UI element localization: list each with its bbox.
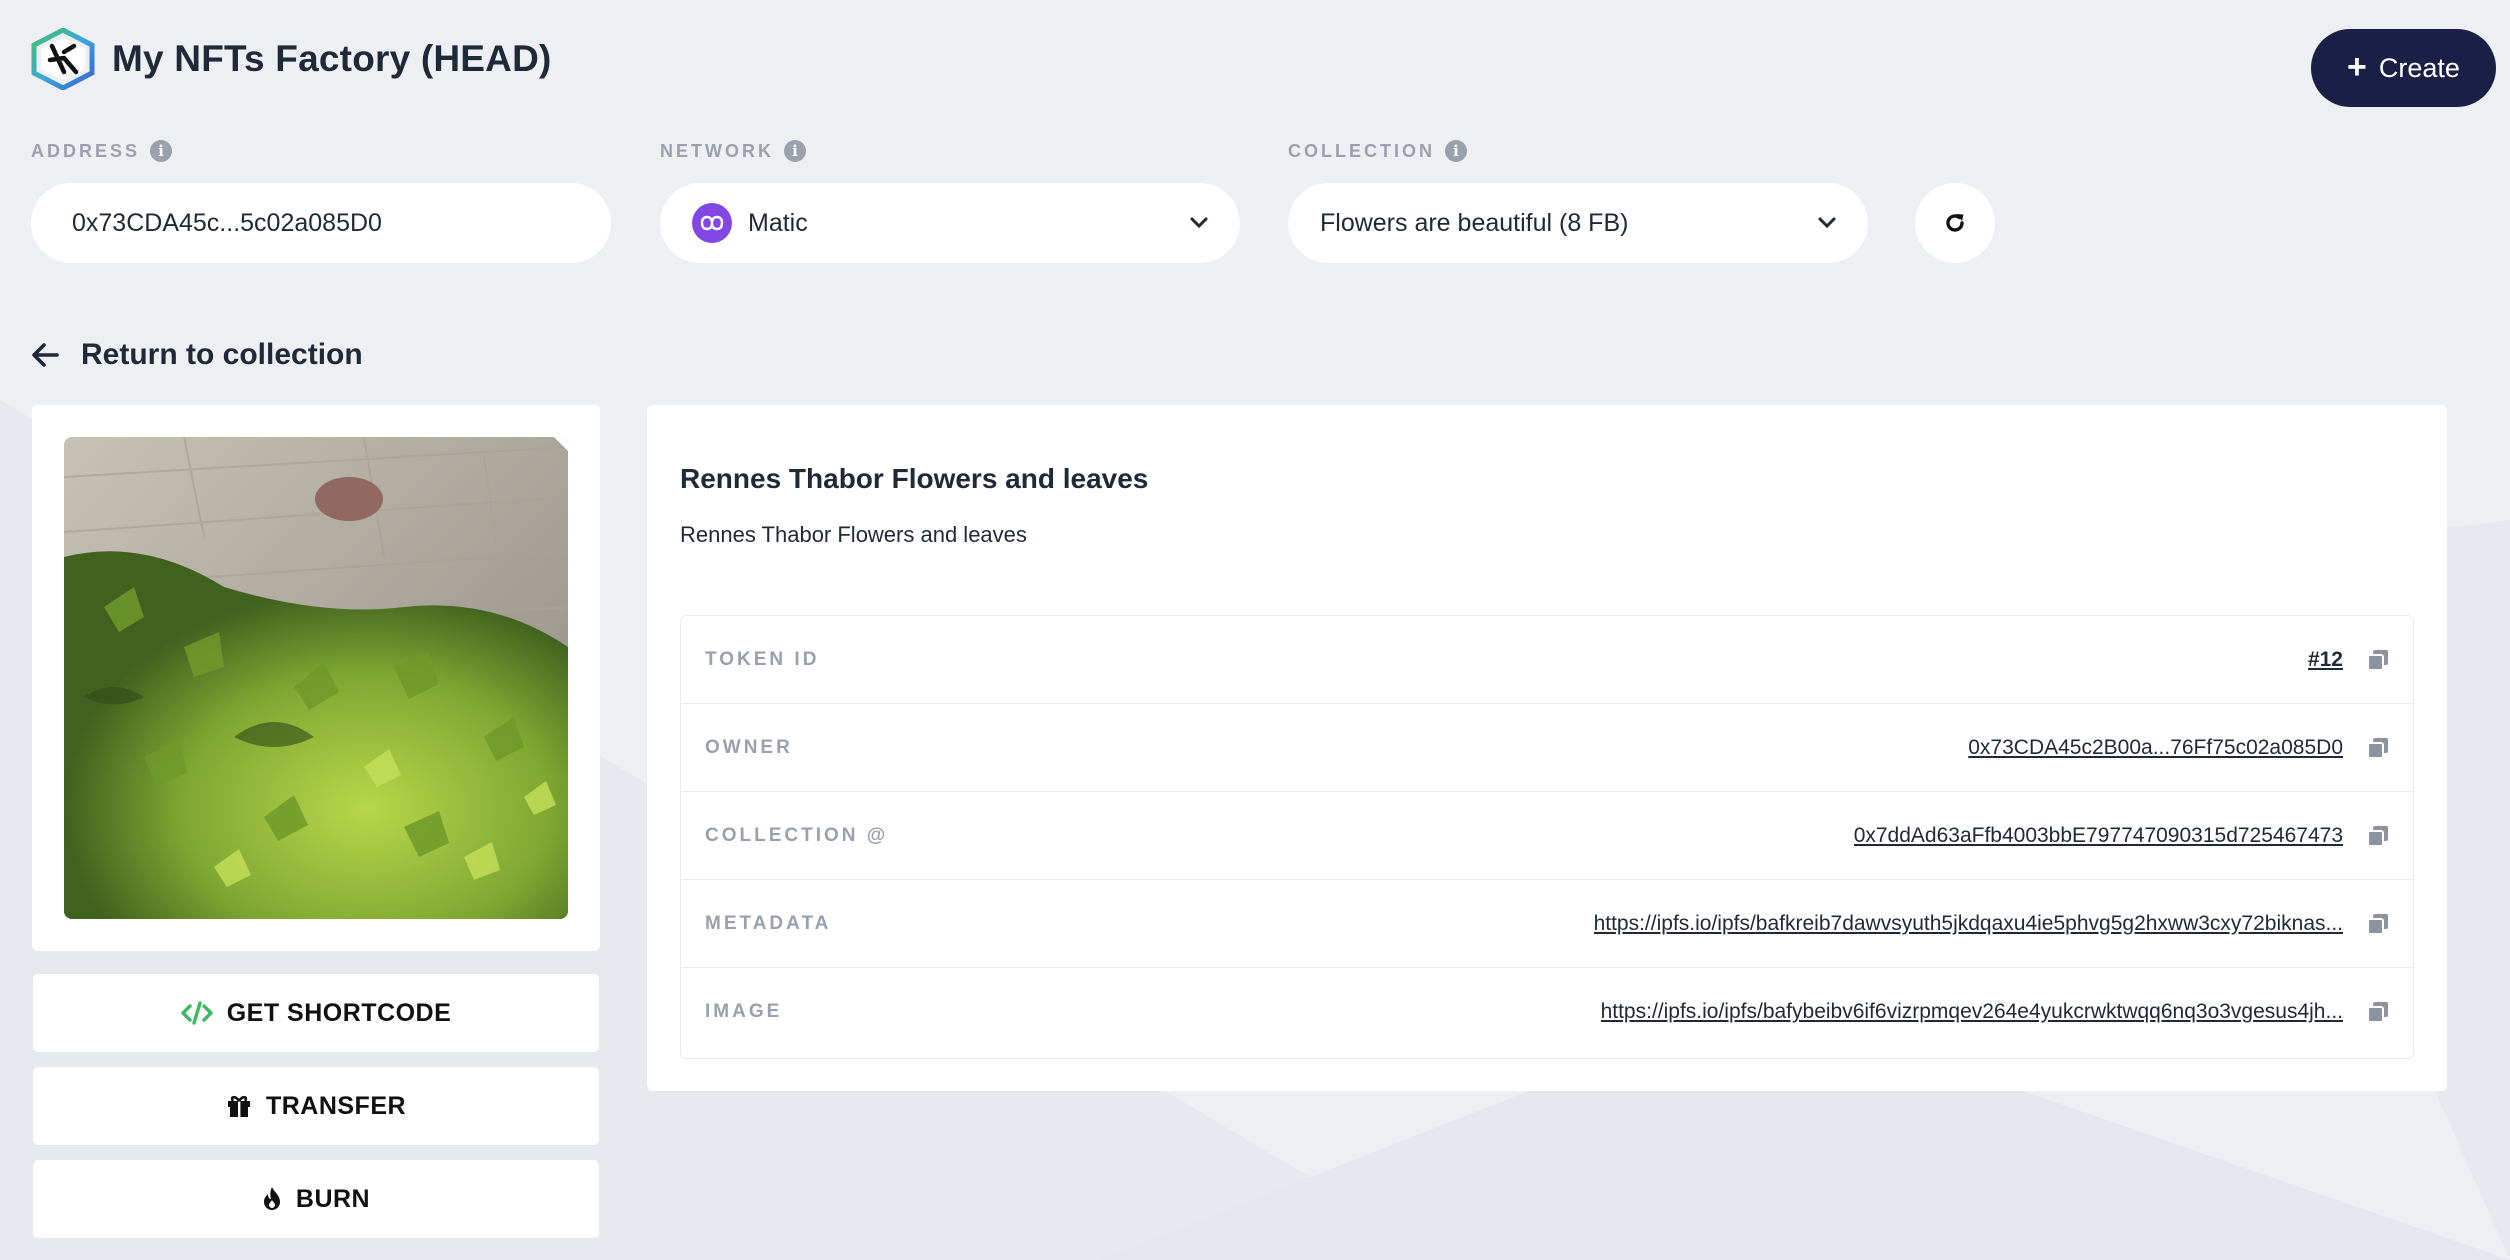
token-id-link[interactable]: #12	[2308, 648, 2343, 672]
owner-link[interactable]: 0x73CDA45c2B00a...76Ff75c02a085D0	[1968, 736, 2343, 760]
network-label: NETWORK i	[660, 140, 806, 162]
chevron-down-icon	[1818, 217, 1836, 229]
nft-image[interactable]	[64, 437, 568, 919]
info-icon[interactable]: i	[784, 140, 806, 162]
nft-details-card: Rennes Thabor Flowers and leaves Rennes …	[647, 405, 2447, 1091]
nft-properties-table: TOKEN ID #12 OWNER 0x73CDA45c2B00a...76F…	[680, 615, 2414, 1059]
network-select[interactable]: Matic	[660, 183, 1240, 263]
app-title: My NFTs Factory (HEAD)	[112, 38, 552, 79]
property-key: OWNER	[705, 736, 793, 758]
image-link[interactable]: https://ipfs.io/ipfs/bafybeibv6if6vizrpm…	[1601, 1000, 2343, 1024]
network-value: Matic	[748, 208, 808, 237]
refresh-icon	[1946, 214, 1964, 232]
property-row-owner: OWNER 0x73CDA45c2B00a...76Ff75c02a085D0	[681, 704, 2413, 792]
create-button-label: Create	[2378, 52, 2460, 83]
get-shortcode-label: GET SHORTCODE	[226, 998, 452, 1027]
burn-label: BURN	[295, 1184, 371, 1213]
property-key: TOKEN ID	[705, 648, 820, 670]
address-label: ADDRESS i	[31, 140, 173, 162]
info-icon[interactable]: i	[1445, 140, 1467, 162]
property-row-metadata: METADATA https://ipfs.io/ipfs/bafkreib7d…	[681, 880, 2413, 968]
network-label-text: NETWORK	[660, 140, 774, 161]
property-key: IMAGE	[705, 1001, 783, 1022]
return-to-collection-link[interactable]: Return to collection	[31, 338, 363, 372]
property-row-image: IMAGE https://ipfs.io/ipfs/bafybeibv6if6…	[681, 968, 2413, 1056]
copy-icon[interactable]	[2367, 737, 2389, 759]
property-key: METADATA	[705, 912, 832, 934]
nft-description: Rennes Thabor Flowers and leaves	[680, 522, 1027, 547]
arrow-left-icon	[32, 343, 59, 367]
collection-select[interactable]: Flowers are beautiful (8 FB)	[1288, 183, 1868, 263]
copy-icon[interactable]	[2367, 825, 2389, 847]
copy-icon[interactable]	[2367, 1001, 2389, 1023]
app-root: My NFTs Factory (HEAD) + Create ADDRESS …	[0, 0, 2510, 1260]
metadata-link[interactable]: https://ipfs.io/ipfs/bafkreib7dawvsyuth5…	[1594, 912, 2343, 936]
collection-label-text: COLLECTION	[1288, 140, 1435, 161]
fire-icon	[263, 1187, 280, 1210]
polygon-icon	[692, 203, 732, 243]
copy-icon[interactable]	[2367, 649, 2389, 671]
burn-button[interactable]: BURN	[32, 1159, 600, 1239]
transfer-label: TRANSFER	[265, 1091, 407, 1120]
collection-address-link[interactable]: 0x7ddAd63aFfb4003bbE797747090315d7254674…	[1854, 824, 2343, 848]
create-button[interactable]: + Create	[2311, 29, 2496, 107]
nft-title: Rennes Thabor Flowers and leaves	[680, 463, 1149, 494]
gift-icon	[227, 1095, 250, 1117]
nft-image-card	[32, 405, 600, 951]
address-value: 0x73CDA45c...5c02a085D0	[72, 208, 382, 237]
code-icon	[181, 1001, 213, 1025]
copy-icon[interactable]	[2367, 913, 2389, 935]
address-label-text: ADDRESS	[31, 140, 141, 161]
plus-icon: +	[2347, 47, 2367, 86]
logo-icon	[31, 28, 95, 90]
refresh-button[interactable]	[1915, 183, 1995, 263]
get-shortcode-button[interactable]: GET SHORTCODE	[32, 973, 600, 1053]
property-row-collection: COLLECTION @ 0x7ddAd63aFfb4003bbE7977470…	[681, 792, 2413, 880]
collection-label: COLLECTION i	[1288, 140, 1467, 162]
info-icon[interactable]: i	[150, 140, 173, 162]
transfer-button[interactable]: TRANSFER	[32, 1066, 600, 1146]
chevron-down-icon	[1190, 217, 1208, 229]
collection-value: Flowers are beautiful (8 FB)	[1320, 208, 1629, 237]
address-input[interactable]: 0x73CDA45c...5c02a085D0	[31, 183, 611, 263]
return-label: Return to collection	[81, 338, 363, 371]
property-row-token-id: TOKEN ID #12	[681, 616, 2413, 704]
property-key: COLLECTION @	[705, 824, 889, 846]
